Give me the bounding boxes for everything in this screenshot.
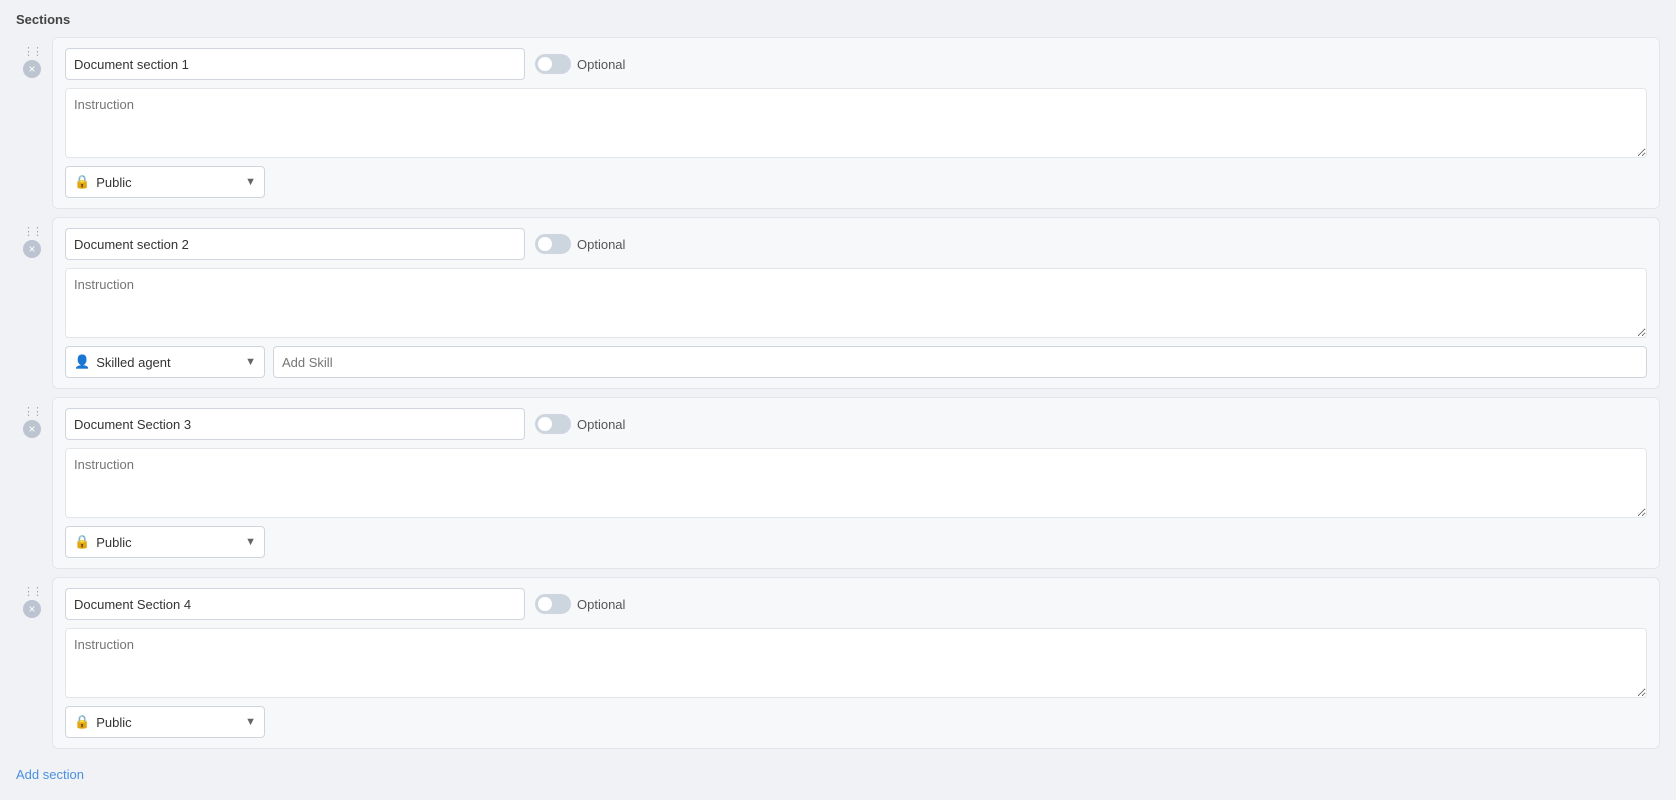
section-row: ⋮⋮ × Optional 🔒 Public ▼ <box>16 37 1660 209</box>
section-row: ⋮⋮ × Optional 🔒 Public ▼ <box>16 577 1660 749</box>
assignee-icon: 🔒 <box>74 714 90 730</box>
assignee-icon: 🔒 <box>74 534 90 550</box>
section-name-input[interactable] <box>65 228 525 260</box>
section-footer: 🔒 Public ▼ <box>65 706 1647 738</box>
remove-section-button[interactable]: × <box>23 240 41 258</box>
remove-section-button[interactable]: × <box>23 600 41 618</box>
chevron-down-icon: ▼ <box>245 716 256 728</box>
optional-toggle-group: Optional <box>535 594 625 614</box>
section-controls: ⋮⋮ × <box>16 577 48 618</box>
section-controls: ⋮⋮ × <box>16 397 48 438</box>
assignee-icon: 🔒 <box>74 174 90 190</box>
optional-toggle-group: Optional <box>535 414 625 434</box>
assignee-select[interactable]: 🔒 Public ▼ <box>65 706 265 738</box>
drag-handle-icon[interactable]: ⋮⋮ <box>23 47 41 58</box>
toggle-slider <box>535 234 571 254</box>
section-row: ⋮⋮ × Optional 🔒 Public ▼ <box>16 397 1660 569</box>
instruction-textarea[interactable] <box>65 268 1647 338</box>
section-footer: 🔒 Public ▼ <box>65 526 1647 558</box>
optional-toggle[interactable] <box>535 594 571 614</box>
section-name-input[interactable] <box>65 48 525 80</box>
page-title: Sections <box>16 12 1660 27</box>
add-skill-input[interactable] <box>273 346 1647 378</box>
section-row: ⋮⋮ × Optional 👤 Skilled agent ▼ <box>16 217 1660 389</box>
add-section-button[interactable]: Add section <box>16 761 84 788</box>
remove-section-button[interactable]: × <box>23 420 41 438</box>
assignee-select[interactable]: 🔒 Public ▼ <box>65 526 265 558</box>
toggle-slider <box>535 414 571 434</box>
chevron-down-icon: ▼ <box>245 536 256 548</box>
optional-toggle-group: Optional <box>535 234 625 254</box>
optional-toggle[interactable] <box>535 54 571 74</box>
section-card: Optional 🔒 Public ▼ <box>52 577 1660 749</box>
optional-label: Optional <box>577 57 625 72</box>
assignee-select[interactable]: 👤 Skilled agent ▼ <box>65 346 265 378</box>
section-card: Optional 🔒 Public ▼ <box>52 397 1660 569</box>
section-header: Optional <box>65 588 1647 620</box>
assignee-icon: 👤 <box>74 354 90 370</box>
section-header: Optional <box>65 228 1647 260</box>
section-header: Optional <box>65 48 1647 80</box>
optional-label: Optional <box>577 597 625 612</box>
section-controls: ⋮⋮ × <box>16 217 48 258</box>
sections-list: ⋮⋮ × Optional 🔒 Public ▼ ⋮⋮ × Optional 👤 Skilled a… <box>16 37 1660 749</box>
optional-toggle[interactable] <box>535 234 571 254</box>
section-card: Optional 👤 Skilled agent ▼ <box>52 217 1660 389</box>
page-wrapper: Sections ⋮⋮ × Optional 🔒 Public ▼ ⋮⋮ × Optional 👤… <box>0 0 1676 800</box>
section-header: Optional <box>65 408 1647 440</box>
optional-toggle-group: Optional <box>535 54 625 74</box>
chevron-down-icon: ▼ <box>245 176 256 188</box>
toggle-slider <box>535 54 571 74</box>
chevron-down-icon: ▼ <box>245 356 256 368</box>
assignee-label: Public <box>96 715 131 730</box>
assignee-label: Skilled agent <box>96 355 170 370</box>
drag-handle-icon[interactable]: ⋮⋮ <box>23 407 41 418</box>
assignee-select[interactable]: 🔒 Public ▼ <box>65 166 265 198</box>
section-name-input[interactable] <box>65 588 525 620</box>
section-footer: 🔒 Public ▼ <box>65 166 1647 198</box>
section-footer: 👤 Skilled agent ▼ <box>65 346 1647 378</box>
optional-label: Optional <box>577 417 625 432</box>
section-name-input[interactable] <box>65 408 525 440</box>
instruction-textarea[interactable] <box>65 628 1647 698</box>
drag-handle-icon[interactable]: ⋮⋮ <box>23 227 41 238</box>
optional-toggle[interactable] <box>535 414 571 434</box>
section-controls: ⋮⋮ × <box>16 37 48 78</box>
assignee-label: Public <box>96 175 131 190</box>
optional-label: Optional <box>577 237 625 252</box>
remove-section-button[interactable]: × <box>23 60 41 78</box>
toggle-slider <box>535 594 571 614</box>
assignee-label: Public <box>96 535 131 550</box>
instruction-textarea[interactable] <box>65 88 1647 158</box>
section-card: Optional 🔒 Public ▼ <box>52 37 1660 209</box>
instruction-textarea[interactable] <box>65 448 1647 518</box>
drag-handle-icon[interactable]: ⋮⋮ <box>23 587 41 598</box>
